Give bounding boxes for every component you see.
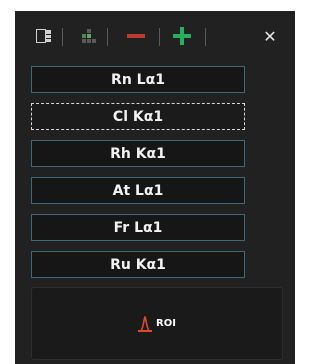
list-item-ru-ka1[interactable]: Ru Kα1 <box>31 251 245 278</box>
roi-label: ROI <box>156 318 176 329</box>
element-lines-panel: ✕ Rn Lα1 Cl Kα1 Rh Kα1 At Lα1 Fr Lα1 Ru … <box>15 11 295 364</box>
list-item-label: Rn Lα1 <box>111 71 165 88</box>
list-item-label: Fr Lα1 <box>113 219 163 236</box>
roi-peak-icon <box>138 315 153 332</box>
list-item-at-la1[interactable]: At Lα1 <box>31 177 245 204</box>
grid-icon <box>82 29 96 43</box>
toolbar-separator <box>62 28 63 46</box>
panel-layout-icon <box>36 29 51 43</box>
list-item-fr-la1[interactable]: Fr Lα1 <box>31 214 245 241</box>
list-item-label: Ru Kα1 <box>110 256 166 273</box>
close-icon: ✕ <box>263 26 277 46</box>
list-item-label: Rh Kα1 <box>110 145 166 162</box>
list-item-cl-ka1[interactable]: Cl Kα1 <box>31 103 245 130</box>
list-item-rn-la1[interactable]: Rn Lα1 <box>31 66 245 93</box>
list-item-label: At Lα1 <box>112 182 164 199</box>
toolbar-separator <box>159 28 160 46</box>
add-button[interactable] <box>171 25 193 47</box>
list-item-rh-ka1[interactable]: Rh Kα1 <box>31 140 245 167</box>
remove-button[interactable] <box>125 25 147 47</box>
element-line-list: Rn Lα1 Cl Kα1 Rh Kα1 At Lα1 Fr Lα1 Ru Kα… <box>31 66 245 288</box>
toolbar: ✕ <box>15 25 295 51</box>
add-icon <box>173 27 191 45</box>
toolbar-separator <box>205 28 206 46</box>
toolbar-separator <box>107 28 108 46</box>
grid-button[interactable] <box>78 25 100 47</box>
close-button[interactable]: ✕ <box>259 25 281 47</box>
roi-button[interactable]: ROI <box>31 287 283 360</box>
remove-icon <box>127 34 145 38</box>
list-item-label: Cl Kα1 <box>112 108 164 125</box>
panel-layout-button[interactable] <box>33 25 55 47</box>
